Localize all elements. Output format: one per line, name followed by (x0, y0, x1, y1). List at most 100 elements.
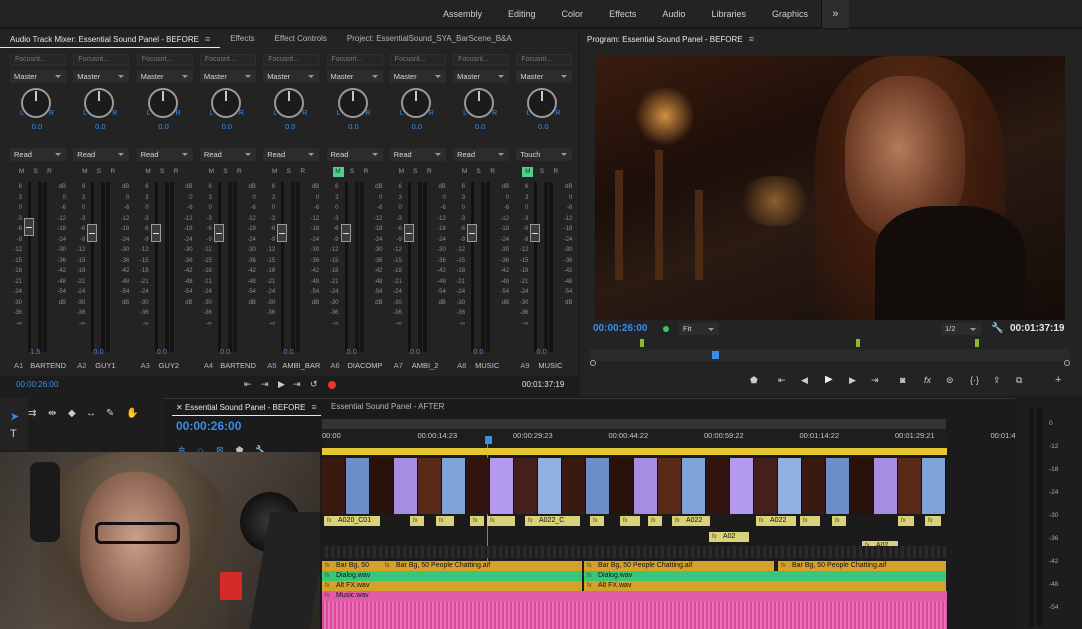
add-marker-icon[interactable]: ⬟ (750, 375, 758, 386)
fx-icon[interactable]: fx (924, 375, 931, 385)
effect-slot[interactable]: Focusrit... (10, 54, 66, 66)
effect-slot[interactable]: Focusrit... (516, 54, 573, 66)
video-clip-label[interactable]: A022 (756, 516, 796, 526)
fader-handle[interactable] (213, 224, 224, 242)
video-clip-thumbnail[interactable] (634, 458, 658, 514)
track-name[interactable]: AMBI_2 (412, 361, 439, 370)
export-frame-icon[interactable]: ◙ (900, 375, 905, 385)
volume-value[interactable]: 0.0 (388, 347, 446, 356)
send-dropdown[interactable]: Master (136, 70, 193, 83)
solo-button[interactable]: S (536, 167, 547, 177)
mute-button[interactable]: M (522, 167, 534, 177)
send-dropdown[interactable]: Master (389, 70, 446, 83)
fader-track[interactable] (407, 182, 411, 352)
pan-knob-icon[interactable] (21, 88, 51, 118)
hand-tool-icon[interactable]: ✋ (126, 408, 138, 419)
extract-icon[interactable]: ⧉ (1016, 375, 1022, 386)
track-name[interactable]: MUSIC (538, 361, 562, 370)
video-clip-thumbnail[interactable] (466, 458, 490, 514)
video-clip-thumbnail[interactable] (754, 458, 778, 514)
video-clip[interactable] (648, 516, 662, 526)
timeline-timecode[interactable]: 00:00:26:00 (176, 419, 241, 433)
pen-tool-icon[interactable]: ✎ (106, 408, 114, 419)
fader-handle[interactable] (277, 224, 288, 242)
pan-knob-icon[interactable] (274, 88, 305, 118)
send-dropdown[interactable]: Master (326, 70, 383, 83)
pan-knob-icon[interactable] (337, 88, 368, 118)
video-clip-thumbnail[interactable] (610, 458, 634, 514)
track-name[interactable]: GUY2 (159, 361, 179, 370)
razor-tool-icon[interactable]: ◆ (68, 408, 76, 419)
fader-track[interactable] (471, 182, 475, 352)
audio-clip[interactable]: Music.wav (322, 591, 947, 601)
video-clip-thumbnail[interactable] (490, 458, 514, 514)
mute-button[interactable]: M (269, 167, 280, 177)
audio-clip[interactable]: Dialog.wav (584, 571, 946, 581)
video-clip[interactable] (800, 516, 820, 526)
video-clip[interactable] (590, 516, 604, 526)
marker-icon[interactable] (640, 339, 644, 347)
zoom-handle-left[interactable] (590, 360, 596, 366)
mute-button[interactable]: M (332, 167, 344, 177)
fader-track[interactable] (28, 182, 31, 352)
record-arm-button[interactable]: R (361, 167, 372, 177)
video-clip-label[interactable]: A020_C01 (324, 516, 380, 526)
automation-mode-dropdown[interactable]: Read (199, 148, 256, 161)
video-clip[interactable] (470, 516, 484, 526)
audio-clip[interactable]: Bar Bg, 50 People Chatting.aif (382, 561, 582, 571)
video-clip[interactable] (898, 516, 914, 526)
fader-handle[interactable] (24, 218, 34, 236)
close-icon[interactable]: ✕ (176, 403, 185, 412)
panel-menu-icon[interactable]: ≡ (205, 34, 210, 44)
workspace-assembly[interactable]: Assembly (430, 0, 495, 28)
fader-handle[interactable] (403, 224, 414, 242)
solo-button[interactable]: S (93, 167, 104, 177)
solo-button[interactable]: S (347, 167, 358, 177)
pan-value[interactable]: 0.0 (71, 122, 129, 131)
automation-mode-dropdown[interactable]: Read (136, 148, 193, 161)
volume-value[interactable]: 0.0 (514, 347, 572, 356)
send-dropdown[interactable]: Master (453, 70, 510, 83)
volume-value[interactable]: 0.0 (451, 347, 509, 356)
record-arm-button[interactable]: R (424, 167, 435, 177)
volume-value[interactable]: 0.0 (325, 347, 383, 356)
mute-button[interactable]: M (143, 167, 154, 177)
record-arm-button[interactable]: R (171, 167, 182, 177)
effect-slot[interactable]: Focusrit... (453, 54, 510, 66)
volume-value[interactable]: 1.5 (8, 347, 66, 356)
solo-button[interactable]: S (473, 167, 484, 177)
send-dropdown[interactable]: Master (10, 70, 66, 83)
automation-mode-dropdown[interactable]: Read (263, 148, 320, 161)
effect-slot[interactable]: Focusrit... (263, 54, 320, 66)
track-name[interactable]: MUSIC (475, 361, 499, 370)
slip-tool-icon[interactable]: ↔ (86, 408, 96, 419)
video-clip-thumbnail[interactable] (682, 458, 706, 514)
video-clip[interactable] (925, 516, 941, 526)
solo-button[interactable]: S (157, 167, 168, 177)
automation-mode-dropdown[interactable]: Read (10, 148, 66, 161)
tab-sequence-after[interactable]: Essential Sound Panel - AFTER (331, 402, 444, 411)
tab-effects[interactable]: Effects (220, 30, 264, 48)
volume-value[interactable]: 0.0 (261, 347, 319, 356)
track-name[interactable]: DIACOMP (347, 361, 382, 370)
fader-track[interactable] (281, 182, 285, 352)
video-clip-thumbnail[interactable] (370, 458, 394, 514)
volume-value[interactable]: 0.0 (198, 347, 256, 356)
fader-track[interactable] (154, 182, 158, 352)
pan-value[interactable]: 0.0 (388, 122, 446, 131)
video-clip-label[interactable]: A022 (672, 516, 710, 526)
mute-button[interactable]: M (459, 167, 470, 177)
video-clip-thumbnail[interactable] (586, 458, 610, 514)
workspace-overflow-button[interactable]: » (820, 0, 849, 28)
automation-mode-dropdown[interactable]: Read (73, 148, 130, 161)
mute-button[interactable]: M (396, 167, 407, 177)
vr-icon[interactable]: ⊜ (946, 375, 954, 386)
type-tool-icon[interactable]: T (10, 428, 17, 440)
video-clip-thumbnail[interactable] (706, 458, 730, 514)
automation-mode-dropdown[interactable]: Read (453, 148, 510, 161)
video-clip-thumbnail[interactable] (394, 458, 418, 514)
video-clip-thumbnail[interactable] (730, 458, 754, 514)
audio-clip[interactable]: Bar Bg, 50 People Chatting.aif (584, 561, 774, 571)
record-arm-button[interactable]: R (234, 167, 245, 177)
volume-value[interactable]: 0.0 (135, 347, 193, 356)
